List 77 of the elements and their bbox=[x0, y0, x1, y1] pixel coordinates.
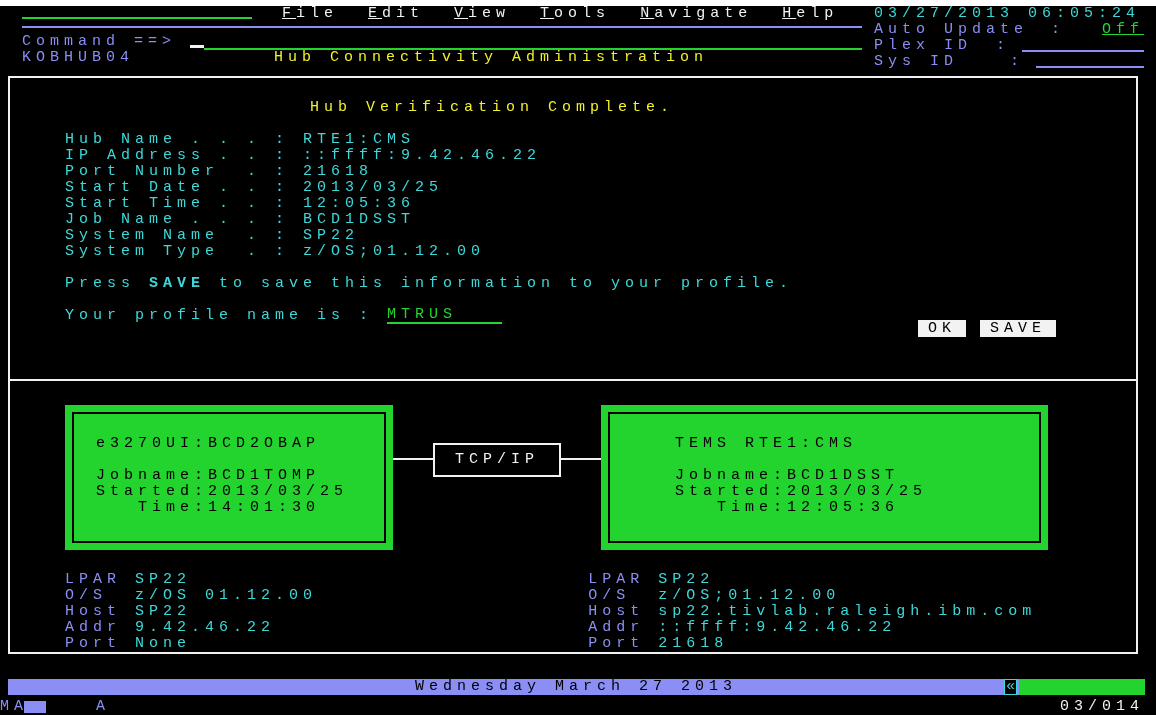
menu-item[interactable]: File bbox=[282, 5, 339, 22]
info-label: Port bbox=[65, 636, 122, 652]
field-label: System Name . : bbox=[65, 228, 290, 244]
save-hint: Press SAVE to save this information to your profile. bbox=[65, 276, 795, 292]
cursor-position: 03/014 bbox=[1060, 699, 1144, 715]
node-detail: Time:12:05:36 bbox=[716, 500, 901, 516]
info-value: SP22 bbox=[135, 604, 191, 620]
scroll-button[interactable]: « bbox=[1004, 679, 1017, 695]
info-value: ::ffff:9.42.46.22 bbox=[658, 620, 897, 636]
node-detail: Jobname:BCD1TOMP bbox=[96, 468, 322, 484]
info-value: 21618 bbox=[658, 636, 729, 652]
save-button[interactable]: SAVE bbox=[980, 320, 1056, 337]
field-label: System Type . : bbox=[65, 244, 290, 260]
date-time: 03/27/2013 06:05:24 bbox=[874, 5, 1141, 22]
cursor bbox=[190, 44, 205, 48]
panel-id: KOBHUB04 bbox=[22, 49, 134, 66]
info-label: Port bbox=[588, 636, 646, 652]
info-value: None bbox=[135, 636, 191, 652]
field-value: ::ffff:9.42.46.22 bbox=[303, 148, 542, 164]
info-label: Host bbox=[65, 604, 122, 620]
status-date: Wednesday March 27 2013 bbox=[413, 679, 738, 695]
info-value: z/OS;01.12.00 bbox=[658, 588, 841, 604]
field-label: Start Date . . : bbox=[65, 180, 290, 196]
info-value: SP22 bbox=[658, 572, 715, 588]
field-label: Hub Name . . . : bbox=[65, 132, 290, 148]
info-label: O/S bbox=[588, 588, 632, 604]
field-value: BCD1DSST bbox=[303, 212, 416, 228]
field-value: z/OS;01.12.00 bbox=[303, 244, 486, 260]
command-label: Command ==> bbox=[22, 33, 177, 50]
field-label: Port Number . : bbox=[65, 164, 290, 180]
auto-update-value[interactable]: Off bbox=[1102, 21, 1144, 38]
menu-item[interactable]: View bbox=[454, 5, 511, 22]
menu-item[interactable]: Navigate bbox=[640, 5, 753, 22]
info-label: LPAR bbox=[588, 572, 646, 588]
menu-item[interactable]: Edit bbox=[368, 5, 425, 22]
field-value: 21618 bbox=[303, 164, 374, 180]
screen-title: Hub Connectivity Administration bbox=[274, 49, 709, 66]
link-label: TCP/IP bbox=[433, 443, 561, 477]
field-value: SP22 bbox=[303, 228, 360, 244]
plex-id-label: Plex ID bbox=[874, 37, 972, 54]
oia-mode: MA bbox=[0, 699, 28, 715]
info-label: Addr bbox=[65, 620, 122, 636]
node-detail: Started:2013/03/25 bbox=[96, 484, 350, 500]
info-value: z/OS 01.12.00 bbox=[135, 588, 318, 604]
info-value: 9.42.46.22 bbox=[135, 620, 275, 636]
node-detail: Time:14:01:30 bbox=[137, 500, 322, 516]
info-label: LPAR bbox=[65, 572, 122, 588]
separator: : bbox=[1010, 53, 1025, 70]
menu-item[interactable]: Tools bbox=[540, 5, 611, 22]
info-value: SP22 bbox=[135, 572, 191, 588]
profile-label: Your profile name is : bbox=[65, 308, 374, 324]
auto-update-label: Auto Update bbox=[874, 21, 1029, 38]
ok-button[interactable]: OK bbox=[917, 320, 966, 337]
sys-id-label: Sys ID bbox=[874, 53, 958, 70]
node-detail: Jobname:BCD1DSST bbox=[675, 468, 901, 484]
node-title: e3270UI:BCD2OBAP bbox=[96, 436, 322, 452]
field-label: Job Name . . . : bbox=[65, 212, 290, 228]
menu-item[interactable]: Help bbox=[782, 5, 839, 22]
info-value: sp22.tivlab.raleigh.ibm.com bbox=[658, 604, 1037, 620]
verification-title: Hub Verification Complete. bbox=[310, 100, 676, 116]
info-label: Host bbox=[588, 604, 646, 620]
field-label: IP Address . . : bbox=[65, 148, 290, 164]
oia-block bbox=[24, 701, 46, 713]
node-detail: Started:2013/03/25 bbox=[675, 484, 929, 500]
info-label: O/S bbox=[65, 588, 108, 604]
field-value: 2013/03/25 bbox=[303, 180, 444, 196]
field-value: 12:05:36 bbox=[303, 196, 416, 212]
separator: : bbox=[996, 37, 1011, 54]
profile-name-field[interactable]: MTRUS bbox=[387, 308, 503, 324]
node-title: TEMS RTE1:CMS bbox=[675, 436, 859, 452]
info-label: Addr bbox=[588, 620, 646, 636]
connector-line bbox=[393, 458, 433, 460]
field-value: RTE1:CMS bbox=[303, 132, 416, 148]
oia-indicator: A bbox=[96, 699, 111, 715]
separator: : bbox=[1051, 21, 1065, 38]
connector-line bbox=[561, 458, 601, 460]
field-label: Start Time . . : bbox=[65, 196, 290, 212]
